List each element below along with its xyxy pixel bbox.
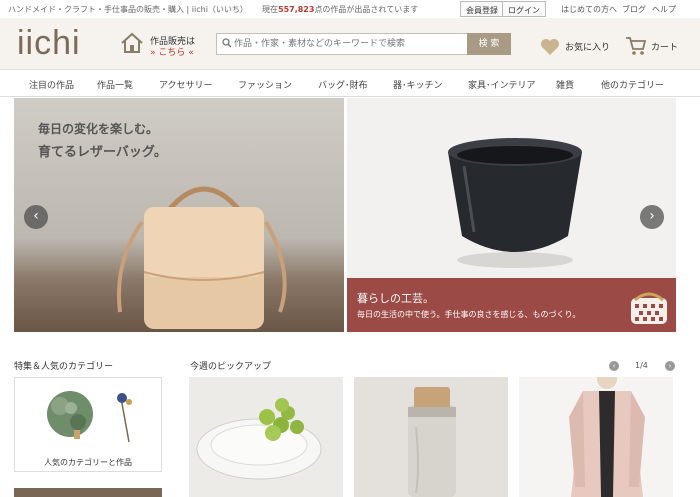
search-button[interactable]: 検 索 bbox=[467, 33, 511, 55]
favorites-label: お気に入り bbox=[565, 43, 611, 53]
category-card-next[interactable] bbox=[14, 488, 162, 497]
nav-item-accessories[interactable]: アクセサリー bbox=[159, 78, 213, 91]
pickup-section-title: 今週のピックアップ bbox=[190, 362, 272, 372]
pickup-item-canister[interactable] bbox=[354, 377, 508, 497]
pager-next-button[interactable]: › bbox=[665, 361, 675, 371]
pickup-pager: ‹ 1/4 › bbox=[609, 361, 675, 373]
category-card-label: 人気のカテゴリーと作品 bbox=[44, 458, 132, 467]
search-box: 検 索 bbox=[216, 33, 511, 55]
leather-backpack-image bbox=[116, 186, 287, 329]
search-icon bbox=[222, 38, 232, 48]
coin-purse-image bbox=[631, 292, 667, 324]
beginners-link[interactable]: はじめての方へ bbox=[561, 4, 617, 15]
item-count: 557,823 bbox=[278, 5, 315, 14]
hero-headline-2: 育てるレザーバッグ。 bbox=[38, 145, 167, 160]
hero-slide-leather-bag[interactable]: 毎日の変化を楽しむ。 育てるレザーバッグ。 bbox=[14, 98, 344, 332]
register-button[interactable]: 会員登録 bbox=[460, 1, 504, 17]
ceramic-canister-image bbox=[408, 387, 456, 497]
site-tagline: ハンドメイド・クラフト・手仕事品の販売・購入 | iichi（いいち） bbox=[8, 5, 248, 14]
house-icon bbox=[121, 32, 143, 53]
carousel-dots bbox=[330, 324, 365, 332]
hero-caption: 暮らしの工芸。 毎日の生活の中で使う。手仕事の良さを感じる、ものづくり。 bbox=[347, 278, 676, 332]
glass-plate-image bbox=[196, 398, 322, 480]
heart-icon bbox=[541, 39, 559, 55]
carousel-prev-button[interactable]: ‹ bbox=[24, 205, 48, 229]
cart-icon bbox=[626, 37, 647, 55]
featured-section-title: 特集＆人気のカテゴリー bbox=[14, 362, 114, 372]
sell-here-link[interactable]: » こちら « bbox=[150, 45, 194, 58]
pickup-item-cardigan[interactable] bbox=[519, 377, 673, 497]
cart-label: カート bbox=[651, 43, 679, 53]
nav-item-interior[interactable]: 家具･インテリア bbox=[468, 78, 536, 91]
help-link[interactable]: ヘルプ bbox=[652, 4, 676, 15]
nav-item-all[interactable]: 作品一覧 bbox=[97, 78, 133, 91]
nav-item-other[interactable]: 他のカテゴリー bbox=[601, 78, 664, 91]
pager-indicator: 1/4 bbox=[635, 361, 648, 370]
wreath-image bbox=[47, 391, 132, 443]
black-cup-image bbox=[448, 138, 582, 268]
nav-item-featured[interactable]: 注目の作品 bbox=[29, 78, 74, 91]
nav-item-bags[interactable]: バッグ･財布 bbox=[318, 78, 368, 91]
top-bar: ハンドメイド・クラフト・手仕事品の販売・購入 | iichi（いいち） 現在55… bbox=[0, 0, 700, 18]
nav-item-fashion[interactable]: ファッション bbox=[238, 78, 292, 91]
login-button[interactable]: ログイン bbox=[502, 1, 546, 17]
caption-title: 暮らしの工芸。 bbox=[357, 292, 434, 305]
header: iichi 作品販売は » こちら « 検 索 お気に入り カート bbox=[0, 18, 700, 70]
carousel-next-button[interactable]: › bbox=[640, 205, 664, 229]
hero-carousel[interactable]: 毎日の変化を楽しむ。 育てるレザーバッグ。 暮らしの工芸。 毎日の生活の中で使う… bbox=[14, 98, 676, 332]
nav-item-goods[interactable]: 雑貨 bbox=[556, 78, 574, 91]
category-nav: 注目の作品 作品一覧 アクセサリー ファッション バッグ･財布 器･キッチン 家… bbox=[0, 71, 700, 97]
category-card[interactable]: 人気のカテゴリーと作品 bbox=[14, 377, 162, 472]
caption-subtitle: 毎日の生活の中で使う。手仕事の良さを感じる、ものづくり。 bbox=[357, 310, 581, 319]
nav-item-kitchen[interactable]: 器･キッチン bbox=[393, 78, 443, 91]
hero-headline-1: 毎日の変化を楽しむ。 bbox=[38, 122, 159, 136]
pager-prev-button[interactable]: ‹ bbox=[609, 361, 619, 371]
search-input[interactable] bbox=[234, 34, 464, 54]
pickup-item-plate[interactable] bbox=[189, 377, 343, 497]
blog-link[interactable]: ブログ bbox=[622, 4, 646, 15]
site-logo[interactable]: iichi bbox=[17, 24, 81, 63]
item-count-text: 現在557,823点の作品が出品されています bbox=[262, 5, 419, 14]
hero-slide-crafts[interactable]: 暮らしの工芸。 毎日の生活の中で使う。手仕事の良さを感じる、ものづくり。 bbox=[347, 98, 676, 332]
cardigan-image bbox=[569, 377, 645, 497]
